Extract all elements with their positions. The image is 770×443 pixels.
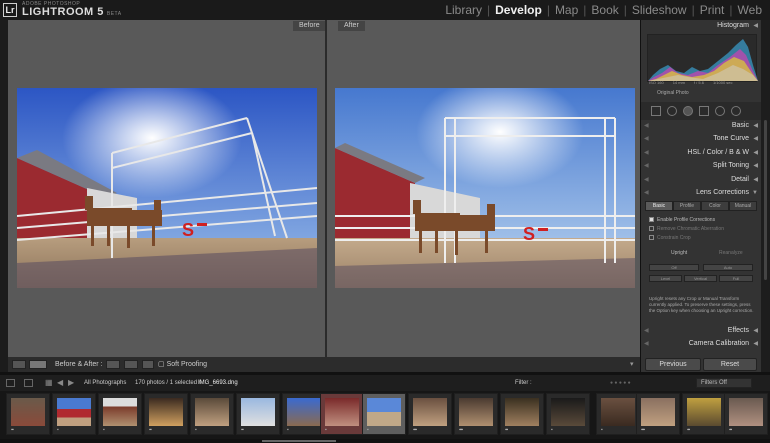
remove-chromatic-aberration-checkbox[interactable]: Remove Chromatic Aberration <box>649 226 724 232</box>
upright-level-button[interactable]: Level <box>649 275 682 282</box>
section-effects[interactable]: ◀ Effects ◀ <box>641 325 761 337</box>
window-1-icon[interactable] <box>6 379 15 387</box>
before-after-label: Before & After : <box>55 361 103 368</box>
filmstrip-thumb[interactable]: ▪ <box>98 393 142 435</box>
filter-preset-select[interactable]: Filters Off <box>696 378 752 388</box>
tab-color[interactable]: Color <box>701 201 729 211</box>
top-header: Lr ADOBE PHOTOSHOP LIGHTROOM 5 BETA Libra… <box>0 0 770 20</box>
tab-basic[interactable]: Basic <box>645 201 673 211</box>
adjustment-brush-icon[interactable] <box>731 106 741 116</box>
forward-arrow-icon[interactable]: ▶ <box>68 378 74 387</box>
filmstrip-toolbar: ▦ ◀ ▶ All Photographs 170 photos / 1 sel… <box>0 375 770 391</box>
photo-count: 170 photos / 1 selected / <box>135 380 201 386</box>
section-split-toning[interactable]: ◀ Split Toning ◀ <box>641 160 761 172</box>
radial-filter-icon[interactable] <box>715 106 725 116</box>
filmstrip-thumb[interactable]: ▪▪▪▪ <box>636 393 680 435</box>
filmstrip-thumb-selected[interactable]: ▪ <box>362 393 406 435</box>
selected-filename[interactable]: IMG_6693.dng <box>198 380 238 386</box>
brand-title: LIGHTROOM 5 BETA <box>22 6 122 18</box>
toolbar-menu-icon[interactable]: ▾ <box>630 360 634 369</box>
before-after-viewer: Before After S S <box>8 20 640 357</box>
histogram-exif: ISO 160 14 mm f / 5.6 1/1000 sec <box>649 80 733 85</box>
filmstrip-thumb[interactable]: ▪▪▪▪ <box>454 393 498 435</box>
module-library[interactable]: Library <box>443 3 484 17</box>
module-picker: Library | Develop | Map | Book | Slideshow | … <box>443 3 764 17</box>
filmstrip-thumb[interactable]: ▪ <box>596 393 640 435</box>
copy-after-settings-button[interactable] <box>124 360 138 369</box>
section-camera-calibration[interactable]: ◀ Camera Calibration ◀ <box>641 338 761 350</box>
before-label: Before <box>293 21 326 31</box>
module-book[interactable]: Book <box>589 3 620 17</box>
reanalyze-button[interactable]: Reanalyze <box>719 250 743 256</box>
upright-help-text: Upright resets any Crop or Manual Transf… <box>649 296 754 313</box>
histogram-header[interactable]: Histogram ◀ <box>641 20 761 32</box>
tab-profile[interactable]: Profile <box>673 201 701 211</box>
swap-before-after-button[interactable] <box>142 360 154 369</box>
window-2-icon[interactable] <box>24 379 33 387</box>
source-label[interactable]: All Photographs <box>84 380 126 386</box>
filmstrip-thumb[interactable]: ▪▪▪ <box>500 393 544 435</box>
module-map[interactable]: Map <box>553 3 580 17</box>
lightroom-logo: Lr <box>3 3 17 17</box>
after-photo[interactable]: S <box>335 88 635 288</box>
filmstrip-thumb[interactable]: ▪▪▪ <box>724 393 768 435</box>
original-photo-label: Original Photo <box>657 90 689 96</box>
after-label: After <box>338 21 365 31</box>
filmstrip-thumb[interactable]: ▪ <box>546 393 590 435</box>
graduated-filter-icon[interactable] <box>699 106 709 116</box>
section-basic[interactable]: ◀ Basic ◀ <box>641 120 761 132</box>
tab-manual[interactable]: Manual <box>729 201 757 211</box>
previous-button[interactable]: Previous <box>645 358 701 371</box>
reset-button[interactable]: Reset <box>703 358 757 371</box>
loupe-view-button[interactable] <box>12 360 26 369</box>
split-divider <box>325 20 327 357</box>
section-hsl[interactable]: ◀ HSL / Color / B & W ◀ <box>641 147 761 159</box>
develop-toolbar: Before & After : ▢ Soft Proofing ▾ <box>8 357 640 372</box>
filmstrip-thumb[interactable]: ▪▪▪ <box>682 393 726 435</box>
filmstrip-thumb[interactable]: ▪ <box>320 393 364 435</box>
spot-removal-icon[interactable] <box>667 106 677 116</box>
module-slideshow[interactable]: Slideshow <box>630 3 689 17</box>
filmstrip-thumb[interactable]: ▪ <box>190 393 234 435</box>
svg-text:S: S <box>523 224 535 244</box>
filmstrip: ▪ ▪ ▪ ▪ ▪ ▪ ▪ ▪ ▪ ▪ ▪ ▪ ▪▪▪▪ ▪▪▪▪ ▪▪▪ ▪ … <box>0 391 770 443</box>
filmstrip-thumb[interactable]: ▪ ▪ <box>6 393 50 435</box>
back-arrow-icon[interactable]: ◀ <box>57 378 63 387</box>
filmstrip-thumb[interactable]: ▪ ▪ <box>236 393 280 435</box>
right-panel-scrollbar[interactable] <box>761 20 770 372</box>
constrain-crop-checkbox[interactable]: Constrain Crop <box>649 235 691 241</box>
grid-view-icon[interactable]: ▦ <box>45 378 53 387</box>
develop-tool-strip <box>641 102 761 120</box>
upright-auto-button[interactable]: Auto <box>703 264 753 271</box>
red-eye-icon[interactable] <box>683 106 693 116</box>
svg-text:S: S <box>182 220 194 240</box>
filter-label: Filter : <box>515 380 532 386</box>
lens-corrections-tabs: Basic Profile Color Manual <box>645 201 757 211</box>
soft-proofing-checkbox[interactable]: ▢ Soft Proofing <box>158 360 207 369</box>
module-print[interactable]: Print <box>698 3 727 17</box>
filmstrip-thumb[interactable]: ▪ <box>52 393 96 435</box>
copy-before-settings-button[interactable] <box>106 360 120 369</box>
filmstrip-thumb[interactable]: ▪▪▪▪ <box>408 393 452 435</box>
section-tone-curve[interactable]: ◀ Tone Curve ◀ <box>641 133 761 145</box>
right-panel: Histogram ◀ ISO 160 14 mm f / 5.6 1/1000 sec… <box>641 20 761 372</box>
filmstrip-scrollbar[interactable] <box>0 439 770 443</box>
before-photo[interactable]: S <box>17 88 317 288</box>
enable-profile-corrections-checkbox[interactable]: Enable Profile Corrections <box>649 217 715 223</box>
crop-tool-icon[interactable] <box>651 106 661 116</box>
module-web[interactable]: Web <box>736 3 764 17</box>
soft-proofing-label: Soft Proofing <box>166 361 208 368</box>
before-after-view-button[interactable] <box>29 360 47 369</box>
section-lens-corrections[interactable]: ◀ Lens Corrections ▼ <box>641 187 761 199</box>
histogram-graph[interactable] <box>647 34 758 82</box>
filmstrip-thumb[interactable]: ▪ ▪ <box>144 393 188 435</box>
upright-off-button[interactable]: Off <box>649 264 699 271</box>
upright-vertical-button[interactable]: Vertical <box>684 275 717 282</box>
rating-filter-stars[interactable]: ● ● ● ● ● <box>610 380 631 386</box>
module-develop[interactable]: Develop <box>493 3 544 17</box>
upright-label: Upright <box>671 250 688 256</box>
section-detail[interactable]: ◀ Detail ◀ <box>641 174 761 186</box>
left-panel-collapsed[interactable] <box>0 20 8 372</box>
upright-full-button[interactable]: Full <box>719 275 753 282</box>
